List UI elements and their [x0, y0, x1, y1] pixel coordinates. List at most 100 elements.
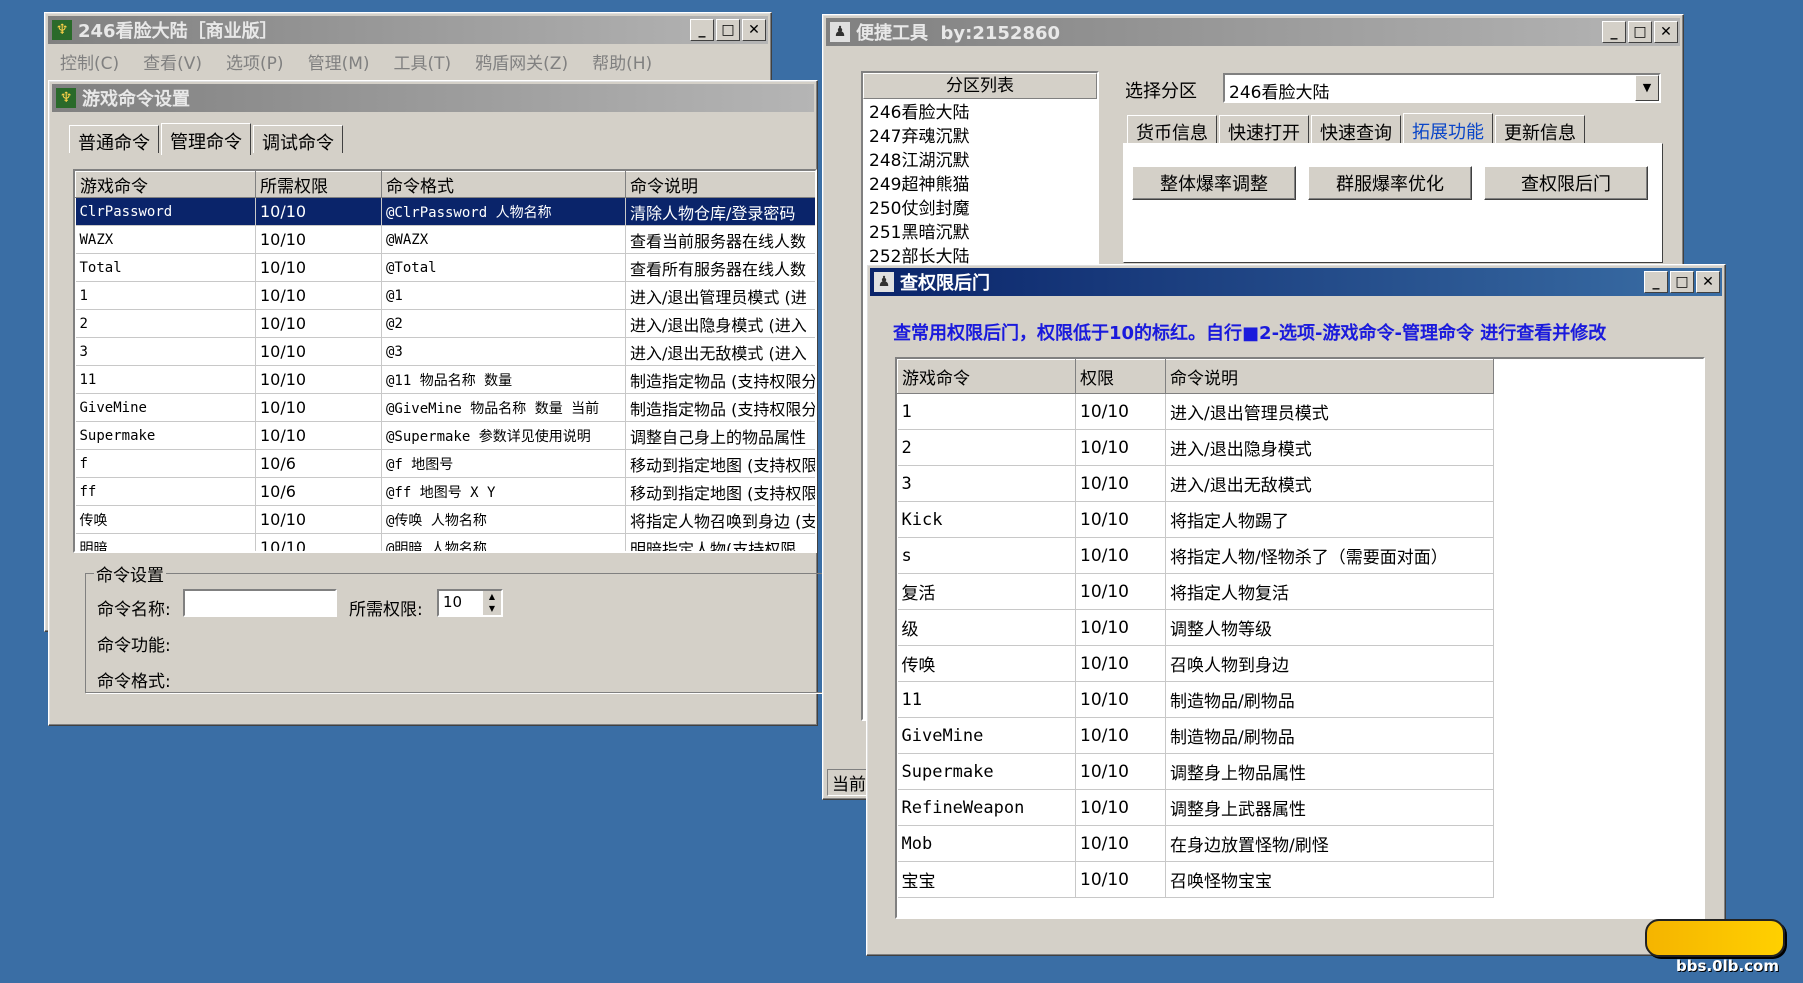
- spinner-up-icon[interactable]: ▲: [483, 591, 501, 603]
- tab-admin-commands[interactable]: 管理命令: [161, 123, 251, 155]
- close-icon[interactable]: ✕: [1696, 271, 1720, 293]
- bd-cell-description: 召唤怪物宝宝: [1165, 861, 1494, 898]
- table-row[interactable]: 3 10/10 进入/退出无敌模式: [897, 465, 1494, 502]
- table-row[interactable]: Kick 10/10 将指定人物踢了: [897, 501, 1494, 538]
- partition-list-header[interactable]: 分区列表: [863, 73, 1097, 99]
- tab-quick-query[interactable]: 快速查询: [1311, 115, 1401, 144]
- tab-quick-open[interactable]: 快速打开: [1219, 115, 1309, 144]
- bd-cell-description: 进入/退出隐身模式: [1165, 429, 1494, 466]
- list-item[interactable]: 248江湖沉默: [869, 149, 1091, 173]
- menu-control[interactable]: 控制(C): [48, 49, 131, 74]
- table-row[interactable]: Mob 10/10 在身边放置怪物/刷怪: [897, 825, 1494, 862]
- tools-titlebar[interactable]: ♟ 便捷工具 by:2152860 _ □ ✕: [826, 18, 1680, 46]
- col-description[interactable]: 命令说明: [625, 171, 815, 198]
- table-row[interactable]: RefineWeapon 10/10 调整身上武器属性: [897, 789, 1494, 826]
- bd-col-permission[interactable]: 权限: [1075, 359, 1166, 394]
- overall-droprate-button[interactable]: 整体爆率调整: [1132, 166, 1296, 200]
- minimize-icon[interactable]: _: [1602, 21, 1626, 43]
- bd-cell-command: 3: [897, 465, 1076, 502]
- table-row[interactable]: 2 10/10 进入/退出隐身模式: [897, 429, 1494, 466]
- menu-manage[interactable]: 管理(M): [296, 49, 382, 74]
- tab-extended-functions[interactable]: 拓展功能: [1403, 113, 1493, 145]
- menu-options[interactable]: 选项(P): [214, 49, 296, 74]
- command-table[interactable]: 游戏命令 所需权限 命令格式 命令说明 ClrPassword 10/10 @Clr…: [73, 169, 817, 553]
- menu-gateway[interactable]: 鸦盾网关(Z): [463, 49, 580, 74]
- menu-help[interactable]: 帮助(H): [580, 49, 664, 74]
- tab-currency-info[interactable]: 货币信息: [1127, 115, 1217, 144]
- table-row[interactable]: ff 10/6 @ff 地图号 X Y 移动到指定地图 (支持权限: [75, 477, 815, 506]
- maximize-icon[interactable]: □: [716, 19, 740, 41]
- bd-cell-description: 将指定人物踢了: [1165, 501, 1494, 538]
- partition-select[interactable]: 246看脸大陆 ▼: [1223, 73, 1661, 103]
- cell-permission: 10/10: [255, 225, 382, 254]
- menu-tools[interactable]: 工具(T): [382, 49, 464, 74]
- table-row[interactable]: Total 10/10 @Total 查看所有服务器在线人数: [75, 253, 815, 282]
- backdoor-title: 查权限后门: [900, 273, 990, 294]
- cell-command: 3: [75, 337, 256, 366]
- partition-items: 246看脸大陆 247弃魂沉默 248江湖沉默 249超神熊猫 250仗剑封魔 251黑暗…: [863, 99, 1097, 271]
- bd-cell-description: 进入/退出管理员模式: [1165, 393, 1494, 430]
- list-item[interactable]: 246看脸大陆: [869, 101, 1091, 125]
- bd-col-command[interactable]: 游戏命令: [897, 359, 1076, 394]
- table-row[interactable]: Supermake 10/10 调整身上物品属性: [897, 753, 1494, 790]
- bd-cell-command: Kick: [897, 501, 1076, 538]
- spinner-down-icon[interactable]: ▼: [483, 603, 501, 615]
- table-row[interactable]: Supermake 10/10 @Supermake 参数详见使用说明 调整自己身上的…: [75, 421, 815, 450]
- check-backdoor-button[interactable]: 查权限后门: [1484, 166, 1648, 200]
- table-row[interactable]: 11 10/10 @11 物品名称 数量 制造指定物品 (支持权限分: [75, 365, 815, 394]
- col-permission[interactable]: 所需权限: [255, 171, 382, 198]
- table-row[interactable]: 1 10/10 进入/退出管理员模式: [897, 393, 1494, 430]
- permission-value[interactable]: 10: [443, 593, 462, 611]
- table-row[interactable]: GiveMine 10/10 制造物品/刷物品: [897, 717, 1494, 754]
- table-row[interactable]: 传唤 10/10 召唤人物到身边: [897, 645, 1494, 682]
- bd-cell-permission: 10/10: [1075, 501, 1166, 538]
- bd-cell-command: 传唤: [897, 645, 1076, 682]
- cell-command: f: [75, 449, 256, 478]
- table-row[interactable]: f 10/6 @f 地图号 移动到指定地图 (支持权限: [75, 449, 815, 478]
- backdoor-titlebar[interactable]: ♟ 查权限后门 _ □ ✕: [870, 268, 1722, 296]
- list-item[interactable]: 249超神熊猫: [869, 173, 1091, 197]
- maximize-icon[interactable]: □: [1628, 21, 1652, 43]
- tab-debug-commands[interactable]: 调试命令: [253, 125, 343, 154]
- table-row[interactable]: 2 10/10 @2 进入/退出隐身模式 (进入: [75, 309, 815, 338]
- backdoor-table-frame[interactable]: 游戏命令 权限 命令说明 1 10/10 进入/退出管理员模式 2 10/10 进入/退出…: [895, 357, 1705, 919]
- bd-cell-permission: 10/10: [1075, 753, 1166, 790]
- tab-update-info[interactable]: 更新信息: [1495, 115, 1585, 144]
- table-row[interactable]: 3 10/10 @3 进入/退出无敌模式 (进入: [75, 337, 815, 366]
- group-droprate-button[interactable]: 群服爆率优化: [1308, 166, 1472, 200]
- close-icon[interactable]: ✕: [1654, 21, 1678, 43]
- maximize-icon[interactable]: □: [1670, 271, 1694, 293]
- command-name-input[interactable]: [183, 589, 337, 617]
- table-row[interactable]: WAZX 10/10 @WAZX 查看当前服务器在线人数: [75, 225, 815, 254]
- bd-col-description[interactable]: 命令说明: [1165, 359, 1494, 394]
- table-row[interactable]: 级 10/10 调整人物等级: [897, 609, 1494, 646]
- menu-view[interactable]: 查看(V): [131, 49, 214, 74]
- tab-normal-commands[interactable]: 普通命令: [69, 125, 159, 154]
- col-command[interactable]: 游戏命令: [75, 171, 256, 198]
- table-row[interactable]: 宝宝 10/10 召唤怪物宝宝: [897, 861, 1494, 898]
- table-row[interactable]: GiveMine 10/10 @GiveMine 物品名称 数量 当前 制造指定物品 …: [75, 393, 815, 422]
- chevron-down-icon[interactable]: ▼: [1635, 75, 1659, 101]
- cmd-settings-titlebar[interactable]: ♆ 游戏命令设置: [52, 84, 814, 112]
- table-row[interactable]: ClrPassword 10/10 @ClrPassword 人物名称 清除人物仓库/…: [75, 197, 815, 226]
- minimize-icon[interactable]: _: [690, 19, 714, 41]
- col-format[interactable]: 命令格式: [381, 171, 626, 198]
- table-row[interactable]: 传唤 10/10 @传唤 人物名称 将指定人物召唤到身边 (支: [75, 505, 815, 534]
- list-item[interactable]: 251黑暗沉默: [869, 221, 1091, 245]
- close-icon[interactable]: ✕: [742, 19, 766, 41]
- table-row[interactable]: s 10/10 将指定人物/怪物杀了（需要面对面）: [897, 537, 1494, 574]
- permission-spinner[interactable]: 10 ▲ ▼: [437, 589, 503, 617]
- cell-format: @1: [381, 281, 626, 310]
- cell-command: 2: [75, 309, 256, 338]
- table-row[interactable]: 明暗 10/10 @明暗 人物名称 明暗指定人物(支持权限: [75, 533, 815, 551]
- list-item[interactable]: 247弃魂沉默: [869, 125, 1091, 149]
- table-row[interactable]: 11 10/10 制造物品/刷物品: [897, 681, 1494, 718]
- main-window-titlebar[interactable]: ♆ 246看脸大陆［商业版］ _ □ ✕: [48, 16, 768, 44]
- table-row[interactable]: 复活 10/10 将指定人物复活: [897, 573, 1494, 610]
- table-row[interactable]: 1 10/10 @1 进入/退出管理员模式 (进: [75, 281, 815, 310]
- minimize-icon[interactable]: _: [1644, 271, 1668, 293]
- list-item[interactable]: 250仗剑封魔: [869, 197, 1091, 221]
- backdoor-table: 游戏命令 权限 命令说明 1 10/10 进入/退出管理员模式 2 10/10 进入/退出…: [897, 359, 1494, 898]
- cell-description: 制造指定物品 (支持权限分: [625, 365, 815, 394]
- cell-description: 查看当前服务器在线人数: [625, 225, 815, 254]
